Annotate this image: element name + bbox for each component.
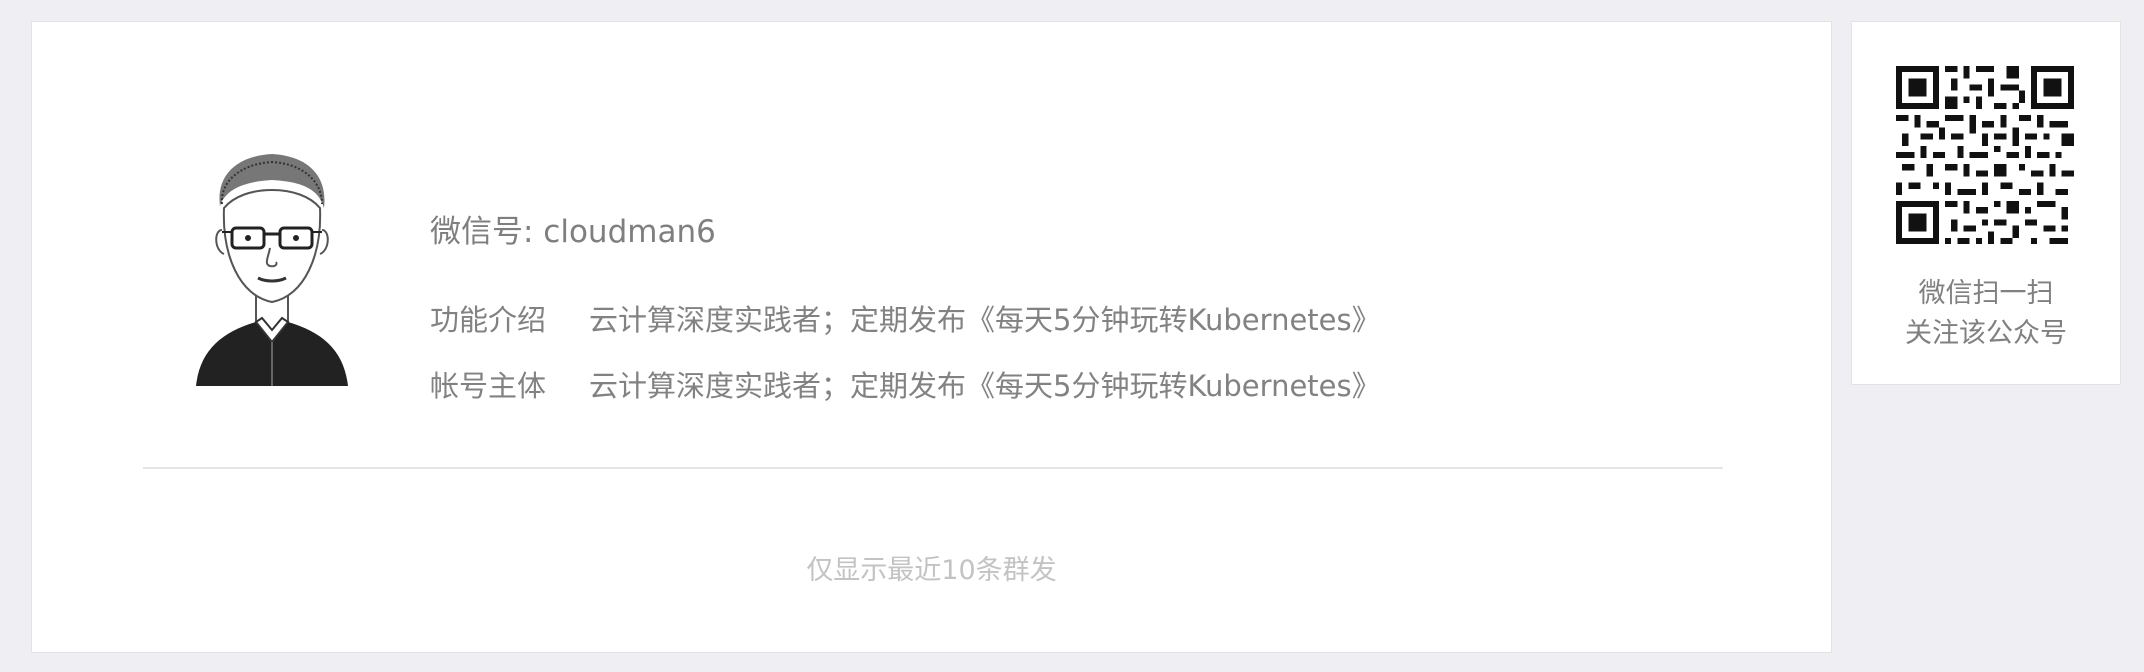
intro-value: 云计算深度实践者；定期发布《每天5分钟玩转Kubernetes》 (589, 303, 1381, 337)
qr-card: 微信扫一扫 关注该公众号 (1851, 21, 2121, 385)
wechat-id: 微信号: cloudman6 (430, 214, 716, 250)
qr-code-icon (1896, 66, 2074, 244)
divider (143, 467, 1723, 469)
account-owner-row: 帐号主体 云计算深度实践者；定期发布《每天5分钟玩转Kubernetes》 (430, 363, 1381, 405)
intro-row: 功能介绍 云计算深度实践者；定期发布《每天5分钟玩转Kubernetes》 (430, 297, 1381, 339)
profile-card: 微信号: cloudman6 功能介绍云计算深度实践者；定期发布《每天5分钟玩转… (31, 21, 1832, 653)
qr-caption-scan: 微信扫一扫 (1918, 278, 2054, 309)
qr-caption-follow: 关注该公众号 (1905, 318, 2067, 349)
recent-posts-note: 仅显示最近10条群发 (806, 555, 1057, 586)
account-owner-label: 帐号主体 (430, 369, 547, 403)
account-owner-value: 云计算深度实践者；定期发布《每天5分钟玩转Kubernetes》 (589, 369, 1381, 403)
avatar (196, 154, 348, 386)
intro-label: 功能介绍 (430, 303, 547, 337)
